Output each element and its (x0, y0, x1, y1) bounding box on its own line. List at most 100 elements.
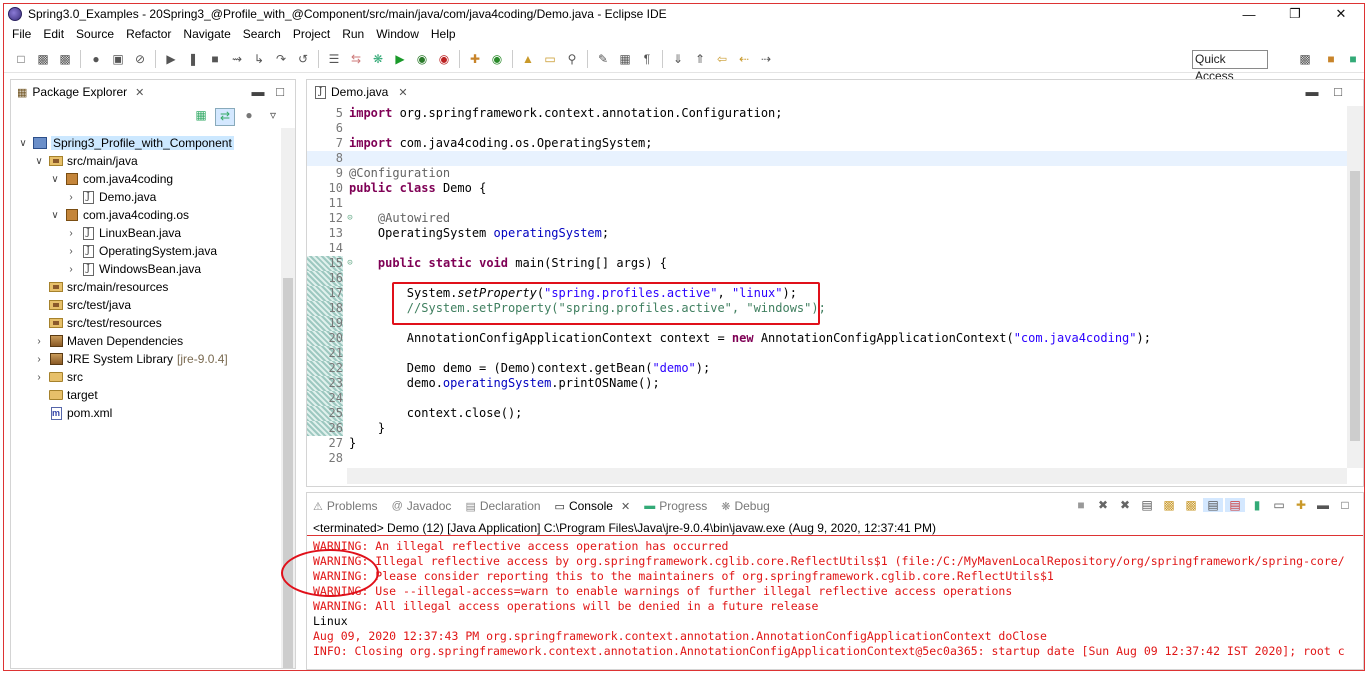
menu-edit[interactable]: Edit (39, 27, 72, 41)
terminate-icon[interactable]: ■ (1071, 498, 1091, 512)
tree-item[interactable]: src/test/java (11, 296, 281, 314)
menu-window[interactable]: Window (372, 27, 427, 41)
collapsed-chevron-icon[interactable]: › (65, 246, 77, 257)
maximize-editor-icon[interactable]: □ (1325, 84, 1351, 99)
show-on-stderr-icon[interactable]: ▤ (1225, 498, 1245, 512)
minimize-button[interactable]: — (1226, 4, 1272, 24)
tree-item[interactable]: ∨ com.java4coding (11, 170, 281, 188)
toggle-mark-occurrences-icon[interactable]: ✎ (595, 51, 611, 67)
last-edit-location-icon[interactable]: ⇦ (714, 51, 730, 67)
run-icon[interactable]: ▶ (392, 51, 408, 67)
tab-demo-java[interactable]: J Demo.java ✕ (307, 80, 416, 106)
new-icon[interactable]: □ (13, 51, 29, 67)
menu-search[interactable]: Search (239, 27, 289, 41)
menu-navigate[interactable]: Navigate (179, 27, 238, 41)
step-over-icon[interactable]: ↷ (273, 51, 289, 67)
view-menu-icon[interactable]: ▿ (263, 108, 283, 126)
code-line[interactable]: 20 AnnotationConfigApplicationContext co… (307, 331, 1347, 346)
code-line[interactable]: 15 ⊝ public static void main(String[] arg… (307, 256, 1347, 271)
maximize-view-icon[interactable]: □ (1335, 498, 1355, 512)
link-with-editor-icon[interactable]: ⇄ (215, 108, 235, 126)
tree-item[interactable]: src/main/resources (11, 278, 281, 296)
code-line[interactable]: 6 (307, 121, 1347, 136)
code-line[interactable]: 23 demo.operatingSystem.printOSName(); (307, 376, 1347, 391)
code-line[interactable]: 5 import org.springframework.context.anno… (307, 106, 1347, 121)
skip-breakpoints-icon[interactable]: ⊘ (132, 51, 148, 67)
code-line[interactable]: 27} (307, 436, 1347, 451)
tree-item[interactable]: m pom.xml (11, 404, 281, 422)
toggle-block-selection-icon[interactable]: ▦ (617, 51, 633, 67)
display-console-icon[interactable]: ▭ (1269, 498, 1289, 512)
search-icon[interactable]: ⚲ (564, 51, 580, 67)
collapse-all-icon[interactable]: ▦ (191, 108, 211, 126)
menu-file[interactable]: File (8, 27, 39, 41)
previous-annotation-icon[interactable]: ⇑ (692, 51, 708, 67)
code-line[interactable]: 25 context.close(); (307, 406, 1347, 421)
scroll-lock-icon[interactable]: ▩ (1159, 498, 1179, 512)
tree-item[interactable]: › J WindowsBean.java (11, 260, 281, 278)
tree-item[interactable]: ∨ Spring3_Profile_with_Component (11, 134, 281, 152)
back-icon[interactable]: ⇠ (736, 51, 752, 67)
code-line[interactable]: 9 @Configuration (307, 166, 1347, 181)
new-class-icon[interactable]: ◉ (489, 51, 505, 67)
close-button[interactable]: ✕ (1318, 4, 1364, 24)
maximize-button[interactable]: ❐ (1272, 4, 1318, 24)
show-whitespace-icon[interactable]: ¶ (639, 51, 655, 67)
close-icon[interactable]: ✕ (135, 86, 144, 99)
expanded-chevron-icon[interactable]: ∨ (17, 138, 29, 149)
show-on-stdout-icon[interactable]: ▤ (1203, 498, 1223, 512)
debug-icon[interactable]: ❋ (370, 51, 386, 67)
tab-console[interactable]: ▭ Console ✕ (555, 499, 631, 513)
tree-item[interactable]: › J OperatingSystem.java (11, 242, 281, 260)
step-into-icon[interactable]: ↳ (251, 51, 267, 67)
collapsed-chevron-icon[interactable]: › (33, 336, 45, 347)
collapsed-chevron-icon[interactable]: › (33, 372, 45, 383)
collapsed-chevron-icon[interactable]: › (65, 264, 77, 275)
minimize-view-icon[interactable]: ▬ (1313, 498, 1333, 512)
terminal-icon[interactable]: ▣ (110, 51, 126, 67)
close-icon[interactable]: ✕ (621, 500, 630, 513)
tab-javadoc[interactable]: @ Javadoc (392, 499, 452, 513)
menu-project[interactable]: Project (289, 27, 338, 41)
expanded-chevron-icon[interactable]: ∨ (33, 156, 45, 167)
maximize-view-icon[interactable]: □ (269, 84, 291, 99)
tree-item[interactable]: ∨ src/main/java (11, 152, 281, 170)
expanded-chevron-icon[interactable]: ∨ (49, 210, 61, 221)
new-java-project-icon[interactable]: ✚ (467, 51, 483, 67)
code-line[interactable]: 14 (307, 241, 1347, 256)
editor-horizontal-scrollbar[interactable] (347, 468, 1347, 484)
pin-console-icon[interactable]: ▮ (1247, 498, 1267, 512)
toggle-breadcrumb-icon[interactable]: ☰ (326, 51, 342, 67)
code-line[interactable]: 28 (307, 451, 1347, 466)
menu-help[interactable]: Help (427, 27, 464, 41)
console-output[interactable]: WARNING: An illegal reflective access op… (313, 539, 1353, 659)
tab-problems[interactable]: ⚠ Problems (313, 499, 378, 513)
java-perspective-icon[interactable]: ■ (1345, 51, 1361, 67)
close-icon[interactable]: ✕ (398, 86, 407, 99)
collapsed-chevron-icon[interactable]: › (33, 354, 45, 365)
step-return-icon[interactable]: ↺ (295, 51, 311, 67)
editor-vertical-scrollbar[interactable] (1347, 106, 1363, 468)
save-all-icon[interactable]: ▩ (57, 51, 73, 67)
tree-item[interactable]: › Maven Dependencies (11, 332, 281, 350)
clear-console-icon[interactable]: ▤ (1137, 498, 1157, 512)
code-line[interactable]: 11 (307, 196, 1347, 211)
word-wrap-icon[interactable]: ▩ (1181, 498, 1201, 512)
remove-all-terminated-icon[interactable]: ✖ (1115, 498, 1135, 512)
menu-source[interactable]: Source (72, 27, 122, 41)
tab-debug[interactable]: ❋ Debug (721, 499, 770, 513)
minimize-view-icon[interactable]: ▬ (247, 84, 269, 99)
code-line[interactable]: 21 (307, 346, 1347, 361)
next-annotation-icon[interactable]: ⇓ (670, 51, 686, 67)
scrollbar-thumb[interactable] (283, 278, 293, 668)
open-console-icon[interactable]: ✚ (1291, 498, 1311, 512)
external-tools-icon[interactable]: ◉ (436, 51, 452, 67)
collapsed-chevron-icon[interactable]: › (65, 228, 77, 239)
tree-item[interactable]: › J LinuxBean.java (11, 224, 281, 242)
disconnect-icon[interactable]: ⇝ (229, 51, 245, 67)
open-type-icon[interactable]: ▲ (520, 51, 536, 67)
code-line[interactable]: 8 (307, 151, 1347, 166)
tab-package-explorer[interactable]: ▦ Package Explorer ✕ (11, 80, 151, 106)
tree-item[interactable]: ∨ com.java4coding.os (11, 206, 281, 224)
code-line[interactable]: 24 (307, 391, 1347, 406)
